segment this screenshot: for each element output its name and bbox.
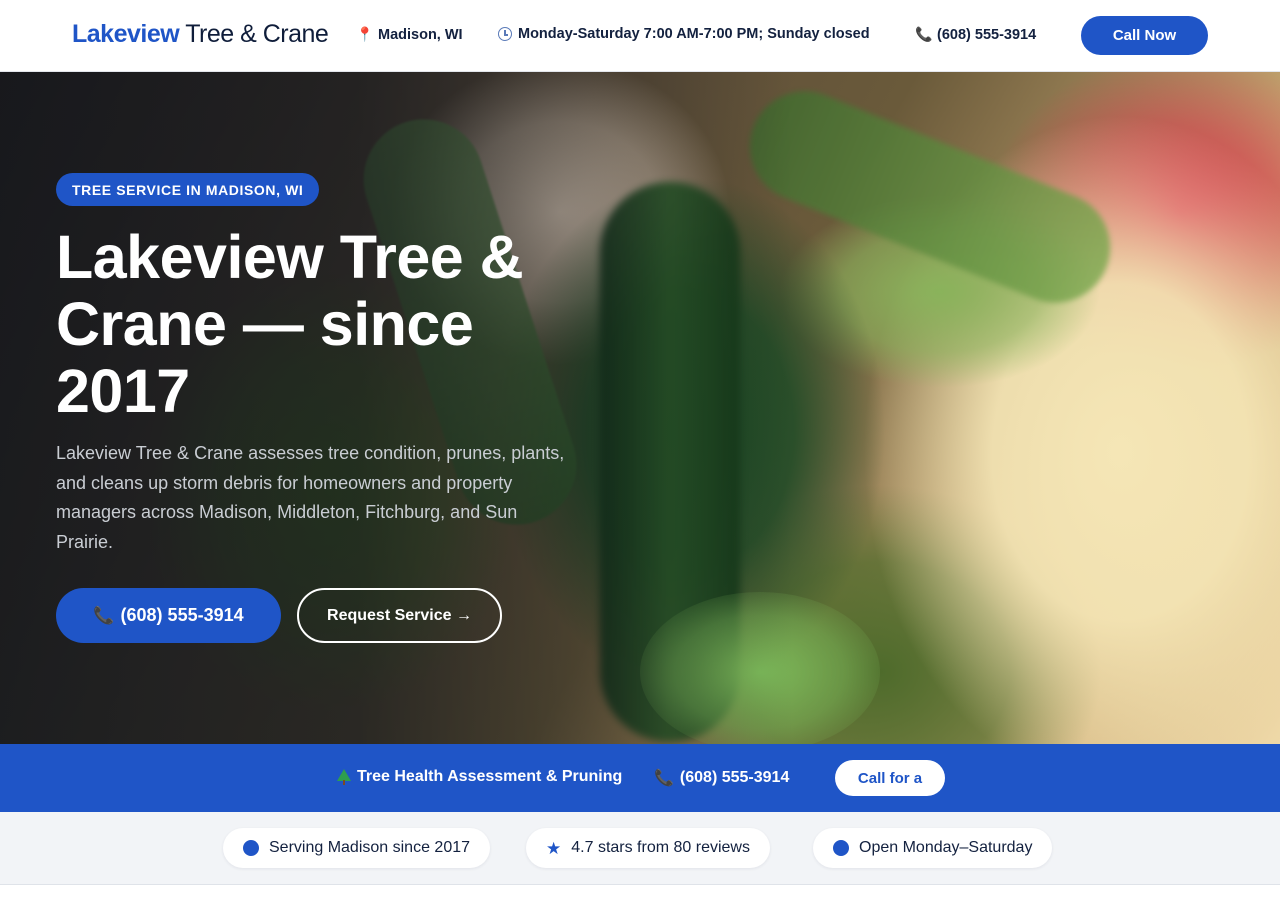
clock-icon	[497, 27, 513, 41]
strip-call-button[interactable]: Call for a	[835, 760, 945, 796]
hero-title: Lakeview Tree & Crane — since 2017	[56, 223, 524, 425]
hero-phone-button[interactable]: 📞 (608) 555-3914	[56, 588, 281, 643]
hero-description: Lakeview Tree & Crane assesses tree cond…	[56, 443, 565, 552]
header-phone[interactable]: 📞 (608) 555-3914	[915, 26, 1037, 43]
trust-item-label: Serving Madison since 2017	[269, 839, 471, 856]
tree-icon	[337, 769, 351, 785]
hero-phone-label: (608) 555-3914	[120, 605, 244, 625]
strip-service-text: Tree Health Assessment & Pruning	[357, 768, 623, 785]
phone-icon: 📞	[654, 770, 674, 787]
hero-section: TREE SERVICE IN MADISON, WI Lakeview Tre…	[0, 72, 1280, 744]
trust-bar: Serving Madison since 2017 ★ 4.7 stars f…	[0, 812, 1280, 885]
header-hours-text: Monday-Saturday 7:00 AM-7:00 PM; Sunday …	[518, 26, 870, 42]
trust-item: Serving Madison since 2017	[223, 828, 491, 868]
site-header: Lakeview Tree & Crane 📍 Madison, WI Mond…	[0, 0, 1280, 72]
phone-icon: 📞	[915, 26, 933, 42]
strip-phone-text: (608) 555-3914	[679, 769, 790, 786]
strip-service: Tree Health Assessment & Pruning	[337, 768, 622, 786]
dot-icon	[243, 840, 259, 856]
trust-item: ★ 4.7 stars from 80 reviews	[526, 828, 770, 868]
header-location: 📍 Madison, WI	[356, 26, 463, 43]
map-pin-icon: 📍	[356, 26, 374, 42]
trust-item: Open Monday–Saturday	[813, 828, 1053, 868]
call-now-button[interactable]: Call Now	[1081, 16, 1208, 55]
logo-primary: Lakeview	[72, 20, 180, 48]
service-strip: Tree Health Assessment & Pruning 📞 (608)…	[0, 744, 1280, 812]
hero-badge: TREE SERVICE IN MADISON, WI	[56, 173, 320, 206]
strip-phone[interactable]: 📞 (608) 555-3914	[654, 768, 789, 788]
logo[interactable]: Lakeview Tree & Crane	[72, 20, 329, 49]
trust-item-label: Open Monday–Saturday	[859, 839, 1033, 856]
header-hours: Monday-Saturday 7:00 AM-7:00 PM; Sunday …	[497, 26, 870, 42]
header-phone-text: (608) 555-3914	[937, 26, 1037, 43]
request-service-button[interactable]: Request Service →	[297, 588, 502, 643]
trust-item-label: 4.7 stars from 80 reviews	[571, 839, 750, 856]
star-icon: ★	[546, 838, 562, 858]
phone-icon: 📞	[93, 605, 115, 625]
header-location-text: Madison, WI	[378, 26, 463, 43]
logo-secondary: Tree & Crane	[185, 20, 329, 48]
dot-icon	[833, 840, 849, 856]
